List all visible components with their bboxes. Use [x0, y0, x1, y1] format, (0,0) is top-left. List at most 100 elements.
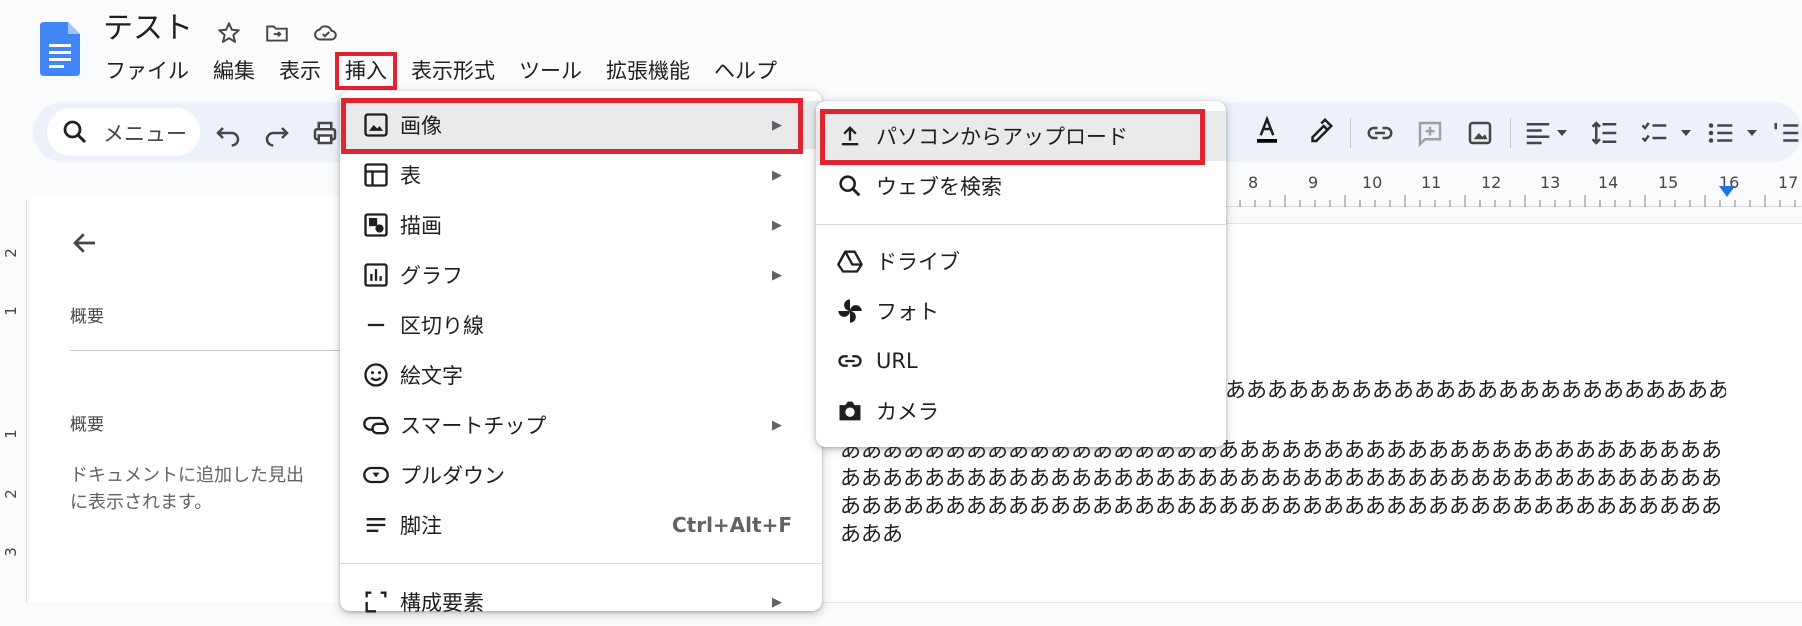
emoji-icon — [364, 363, 388, 387]
submenu-item-photos[interactable]: フォト — [816, 286, 1226, 336]
submenu-item-label: カメラ — [876, 400, 939, 424]
vertical-ruler-number: 3 — [1, 547, 20, 557]
line-spacing-icon[interactable] — [1590, 118, 1620, 148]
link-icon[interactable] — [1365, 118, 1395, 148]
chevron-down-icon[interactable] — [1556, 127, 1568, 139]
print-icon[interactable] — [310, 118, 340, 148]
align-left-icon[interactable] — [1523, 118, 1553, 148]
camera-icon — [839, 401, 861, 421]
chevron-down-icon[interactable] — [1680, 127, 1692, 139]
numbered-list-icon[interactable] — [1772, 118, 1802, 148]
vertical-ruler-number: 2 — [1, 489, 20, 499]
vertical-ruler-number: 1 — [1, 306, 20, 316]
vertical-ruler — [0, 200, 27, 602]
ruler-ticks — [1225, 195, 1796, 207]
search-icon — [63, 120, 87, 144]
menu-view[interactable]: 表示 — [267, 54, 333, 88]
insert-menu-item-chart[interactable]: グラフ ▶ — [340, 251, 822, 299]
submenu-item-camera[interactable]: カメラ — [816, 386, 1226, 436]
submenu-item-url[interactable]: URL — [816, 336, 1226, 386]
insert-menu-item-footnote[interactable]: 脚注 Ctrl+Alt+F — [340, 501, 822, 549]
insert-menu-item-emoji[interactable]: 絵文字 — [340, 351, 822, 399]
submenu-arrow-icon: ▶ — [772, 594, 782, 610]
insert-menu-item-horizontal-line[interactable]: 区切り線 — [340, 301, 822, 349]
submenu-item-drive[interactable]: ドライブ — [816, 236, 1226, 286]
toolbar-separator — [1350, 118, 1351, 148]
document-text-line[interactable]: ああああああああああああああああああああああああ — [1225, 374, 1726, 404]
undo-icon[interactable] — [213, 118, 243, 148]
menu-divider — [340, 563, 822, 564]
outline-summary-heading: 概要 — [70, 307, 104, 327]
insert-menu-item-building-blocks[interactable]: 構成要素 ▶ — [340, 578, 822, 626]
submenu-item-label: ウェブを検索 — [876, 175, 1002, 199]
redo-icon[interactable] — [262, 118, 292, 148]
link-icon — [838, 355, 862, 367]
photos-icon — [838, 299, 862, 323]
menu-item-label: グラフ — [400, 264, 463, 288]
bulleted-list-icon[interactable] — [1706, 118, 1736, 148]
menu-item-label: プルダウン — [400, 464, 505, 488]
add-comment-icon[interactable] — [1415, 118, 1445, 148]
ruler-number: 8 — [1248, 173, 1259, 192]
star-icon[interactable] — [216, 20, 242, 46]
ruler-number: 10 — [1362, 173, 1383, 192]
menu-search-label[interactable]: メニュー — [103, 118, 187, 148]
insert-menu-item-dropdown[interactable]: プルダウン — [340, 451, 822, 499]
move-folder-icon[interactable] — [264, 20, 290, 46]
document-text-line[interactable]: ああああああああああああああああああああああああああああああああああああああああ… — [840, 490, 1726, 520]
back-arrow-icon[interactable] — [70, 228, 100, 258]
ruler-number: 13 — [1540, 173, 1561, 192]
menu-file[interactable]: ファイル — [93, 54, 201, 88]
submenu-item-label: URL — [876, 349, 918, 373]
menu-extensions[interactable]: 拡張機能 — [594, 54, 702, 88]
submenu-arrow-icon: ▶ — [772, 217, 782, 233]
highlight-color-icon[interactable] — [1305, 116, 1335, 146]
menu-item-label: 絵文字 — [400, 364, 463, 388]
ruler-number: 12 — [1481, 173, 1502, 192]
right-indent-marker[interactable] — [1719, 186, 1735, 197]
menu-item-label: 構成要素 — [400, 591, 484, 615]
outline-placeholder-text: ドキュメントに追加した見出 に表示されます。 — [70, 465, 304, 513]
insert-menu-item-smart-chips[interactable]: スマートチップ ▶ — [340, 401, 822, 449]
smart-chip-icon — [363, 416, 389, 435]
outline-heading: 概要 — [70, 415, 104, 435]
submenu-arrow-icon: ▶ — [772, 267, 782, 283]
menu-insert[interactable]: 挿入 — [335, 52, 397, 90]
insert-image-icon[interactable] — [1465, 118, 1495, 148]
highlight-box-upload — [820, 109, 1205, 165]
insert-menu-item-table[interactable]: 表 ▶ — [340, 151, 822, 199]
document-title[interactable]: テスト — [103, 10, 193, 48]
submenu-item-search-web[interactable]: ウェブを検索 — [816, 161, 1226, 211]
document-text-line[interactable]: ああああああああああああああああああああああああああああああああああああああああ… — [840, 462, 1726, 492]
insert-menu-item-drawing[interactable]: 描画 ▶ — [340, 201, 822, 249]
menu-item-label: スマートチップ — [400, 414, 547, 438]
menu-help[interactable]: ヘルプ — [702, 54, 789, 88]
menu-item-label: 表 — [400, 164, 421, 188]
submenu-divider — [816, 224, 1226, 225]
vertical-ruler-number: 1 — [1, 429, 20, 439]
menu-item-label: 区切り線 — [400, 314, 484, 338]
text-color-icon[interactable] — [1252, 114, 1282, 144]
drive-icon — [837, 250, 863, 273]
menu-format[interactable]: 表示形式 — [399, 54, 507, 88]
dropdown-icon — [363, 466, 389, 484]
menu-item-label: 脚注 — [400, 514, 442, 538]
toolbar-separator — [1510, 118, 1511, 148]
document-text-line[interactable]: あああ — [840, 518, 1726, 548]
submenu-item-label: ドライブ — [876, 250, 960, 274]
menu-item-label: 描画 — [400, 214, 442, 238]
docs-logo-icon[interactable] — [40, 22, 80, 76]
cloud-saved-icon[interactable] — [313, 20, 339, 46]
submenu-arrow-icon: ▶ — [772, 167, 782, 183]
menu-tools[interactable]: ツール — [507, 54, 594, 88]
table-icon — [364, 163, 388, 187]
menu-edit[interactable]: 編集 — [201, 54, 267, 88]
vertical-ruler-number: 2 — [1, 248, 20, 258]
chevron-down-icon[interactable] — [1746, 127, 1758, 139]
ruler-number: 17 — [1778, 173, 1799, 192]
checklist-icon[interactable] — [1640, 118, 1670, 148]
horizontal-line-icon — [367, 323, 385, 327]
submenu-arrow-icon: ▶ — [772, 417, 782, 433]
building-blocks-icon — [365, 591, 387, 613]
ruler-number: 9 — [1308, 173, 1319, 192]
